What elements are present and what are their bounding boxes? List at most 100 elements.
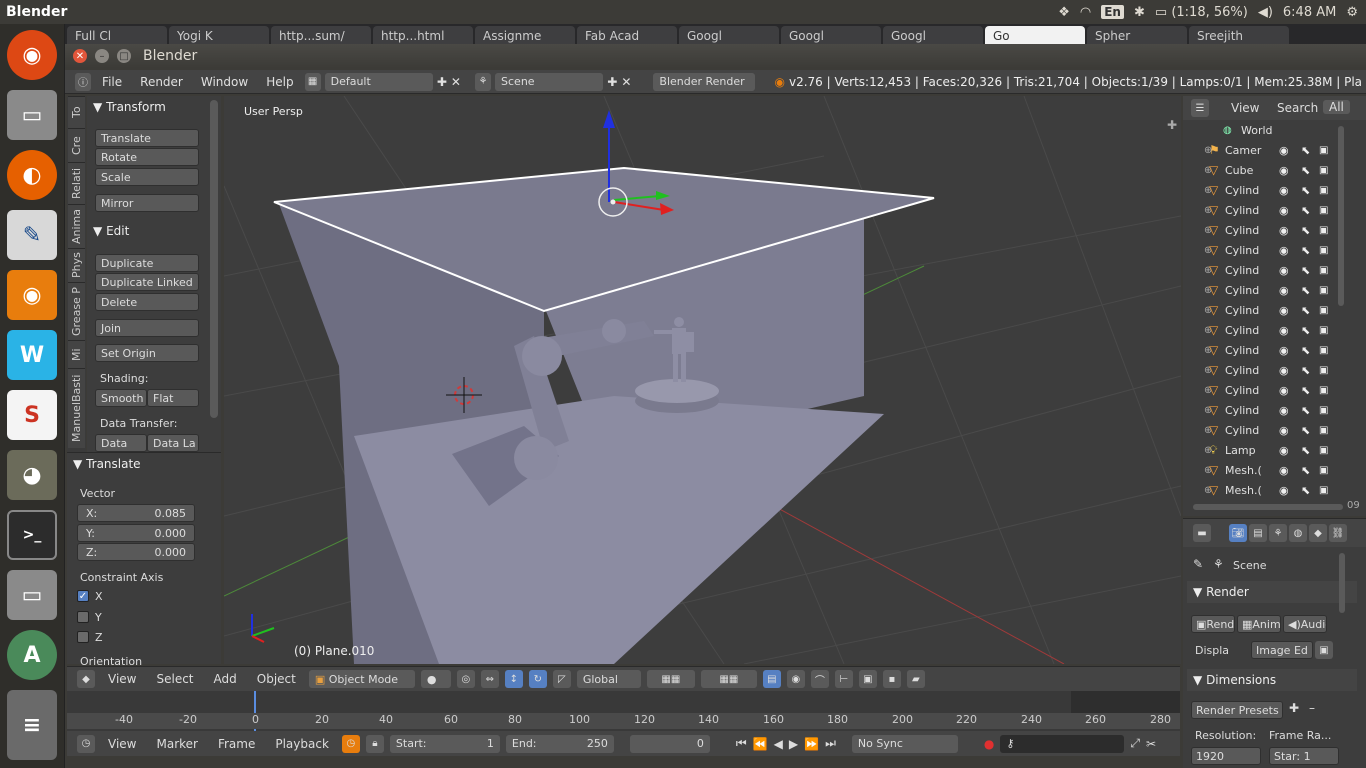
lock-interface-icon[interactable]: ▣ xyxy=(1315,641,1333,659)
timeline-menu-view[interactable]: View xyxy=(101,737,143,751)
selectable-cursor-icon[interactable]: ⬉ xyxy=(1301,344,1310,357)
outliner-row[interactable]: ⊕ ▽ Cylind ◉ ⬉ ▣ xyxy=(1183,380,1366,400)
outliner-menu-view[interactable]: View xyxy=(1231,101,1259,115)
delete-keyframe-icon[interactable]: ✂ xyxy=(1146,737,1156,751)
visibility-eye-icon[interactable]: ◉ xyxy=(1279,424,1289,437)
add-preset-icon[interactable]: ✚ xyxy=(1289,701,1299,715)
timeline-ruler[interactable]: -40 -20 0 20 40 60 80 100 120 140 160 18… xyxy=(67,713,1180,729)
browser-tab[interactable]: Full Cl xyxy=(67,26,167,44)
visibility-eye-icon[interactable]: ◉ xyxy=(1279,364,1289,377)
scale-button[interactable]: Scale xyxy=(95,168,199,186)
lock-camera-icon[interactable]: ▤ xyxy=(762,670,781,688)
browser-tab[interactable]: Yogi K xyxy=(169,26,269,44)
render-camera-icon[interactable]: ▣ xyxy=(1319,485,1328,496)
menu-add[interactable]: Add xyxy=(207,672,244,686)
vector-y-field[interactable]: Y: 0.000 xyxy=(77,524,195,542)
outliner-row[interactable]: ⊕ ▽ Mesh.(◉ ⬉ ▣ xyxy=(1183,480,1366,500)
clock[interactable]: 6:48 AM xyxy=(1283,5,1336,20)
properties-region-toggle-icon[interactable]: ✚ xyxy=(1167,118,1177,132)
render-camera-icon[interactable]: ▣ xyxy=(1319,365,1328,376)
browser-tab-active[interactable]: Go xyxy=(985,26,1085,44)
render-camera-icon[interactable]: ▣ xyxy=(1319,325,1328,336)
browser-tab[interactable]: Googl xyxy=(679,26,779,44)
visibility-eye-icon[interactable]: ◉ xyxy=(1279,404,1289,417)
selectable-cursor-icon[interactable]: ⬉ xyxy=(1301,364,1310,377)
timeline-menu-marker[interactable]: Marker xyxy=(149,737,204,751)
visibility-eye-icon[interactable]: ◉ xyxy=(1279,224,1289,237)
delete-button[interactable]: Delete xyxy=(95,293,199,311)
remove-scene-icon[interactable]: ✕ xyxy=(621,75,631,89)
render-image-button[interactable]: ▣ Rend xyxy=(1191,615,1235,633)
smooth-button[interactable]: Smooth xyxy=(95,389,147,407)
selectable-cursor-icon[interactable]: ⬉ xyxy=(1301,384,1310,397)
browser-tab[interactable]: http...sum/ xyxy=(271,26,371,44)
tab-create[interactable]: Cre xyxy=(68,128,85,162)
vector-x-field[interactable]: X: 0.085 xyxy=(77,504,195,522)
preview-range-icon[interactable]: ◷ xyxy=(341,734,360,753)
render-camera-icon[interactable]: ▣ xyxy=(1319,205,1328,216)
files-icon[interactable]: ▭ xyxy=(7,90,57,140)
outliner-menu-search[interactable]: Search xyxy=(1277,101,1318,115)
render-camera-icon[interactable]: ▣ xyxy=(1319,245,1328,256)
scene-selector[interactable]: Scene xyxy=(495,72,604,91)
selectable-cursor-icon[interactable]: ⬉ xyxy=(1301,164,1310,177)
browser-tab[interactable]: Sreejith xyxy=(1189,26,1289,44)
selectable-cursor-icon[interactable]: ⬉ xyxy=(1301,304,1310,317)
volume-icon[interactable]: ◀) xyxy=(1258,5,1273,20)
properties-scrollbar[interactable] xyxy=(1339,553,1345,613)
render-camera-icon[interactable]: ▣ xyxy=(1319,305,1328,316)
tab-grease-pencil[interactable]: Grease P xyxy=(68,282,85,340)
snap-icon[interactable]: ⌒ xyxy=(810,670,829,688)
data-transfer-button[interactable]: Data xyxy=(95,434,147,452)
terminal-icon[interactable]: >_ xyxy=(7,510,57,560)
layout-selector[interactable]: Default xyxy=(324,72,433,91)
vector-z-field[interactable]: Z: 0.000 xyxy=(77,543,195,561)
browser-tab[interactable]: http...html xyxy=(373,26,473,44)
outliner-scrollbar[interactable] xyxy=(1338,126,1344,306)
gear-icon[interactable]: ⚙ xyxy=(1346,5,1358,20)
menu-window[interactable]: Window xyxy=(194,75,255,89)
manipulator-toggle-icon[interactable]: ⇔ xyxy=(480,670,499,688)
visibility-eye-icon[interactable]: ◉ xyxy=(1279,264,1289,277)
add-layout-icon[interactable]: ✚ xyxy=(437,75,447,89)
start-frame-field[interactable]: Start: 1 xyxy=(389,734,500,753)
lock-range-icon[interactable]: 🔒︎ xyxy=(365,734,384,753)
current-frame-field[interactable]: 0 xyxy=(629,734,710,753)
webstorm-icon[interactable]: W xyxy=(7,330,57,380)
browser-tab[interactable]: Spher xyxy=(1087,26,1187,44)
mirror-button[interactable]: Mirror xyxy=(95,194,199,212)
render-layers-tab-icon[interactable]: ▤ xyxy=(1249,524,1267,542)
scene-icon[interactable]: ⚘ xyxy=(474,72,492,91)
browser-tab[interactable]: Googl xyxy=(883,26,983,44)
editor-type-icon[interactable]: ◆ xyxy=(77,670,95,688)
tab-relations[interactable]: Relati xyxy=(68,162,85,204)
render-camera-icon[interactable]: ▣ xyxy=(1319,185,1328,196)
render-engine-selector[interactable]: Blender Render xyxy=(653,72,755,91)
object-tab-icon[interactable]: ◆ xyxy=(1309,524,1327,542)
selectable-cursor-icon[interactable]: ⬉ xyxy=(1301,184,1310,197)
outliner-row[interactable]: ⊕ ▽ Cylind ◉ ⬉ ▣ xyxy=(1183,400,1366,420)
selectable-cursor-icon[interactable]: ⬉ xyxy=(1301,284,1310,297)
render-camera-icon[interactable]: ▣ xyxy=(1319,165,1328,176)
selectable-cursor-icon[interactable]: ⬉ xyxy=(1301,464,1310,477)
timeline[interactable]: -40 -20 0 20 40 60 80 100 120 140 160 18… xyxy=(67,691,1180,731)
transform-orientation-selector[interactable]: Global xyxy=(576,670,641,688)
layers-grid-2[interactable]: ▦▦ xyxy=(700,670,757,688)
render-camera-icon[interactable]: ▣ xyxy=(1319,445,1328,456)
selectable-cursor-icon[interactable]: ⬉ xyxy=(1301,444,1310,457)
selectable-cursor-icon[interactable]: ⬉ xyxy=(1301,484,1310,497)
minimize-window-button[interactable]: – xyxy=(95,49,109,63)
visibility-eye-icon[interactable]: ◉ xyxy=(1279,304,1289,317)
tool-shelf-scrollbar[interactable] xyxy=(210,100,218,418)
rotate-manipulator-icon[interactable]: ↻ xyxy=(528,670,547,688)
timeline-editor-type-icon[interactable]: ◷ xyxy=(77,734,95,753)
render-camera-icon[interactable]: ▣ xyxy=(1319,285,1328,296)
bluetooth-icon[interactable]: ✱ xyxy=(1134,5,1145,20)
workspace-switcher-icon[interactable]: ≡ xyxy=(7,690,57,760)
render-camera-icon[interactable]: ▣ xyxy=(1319,145,1328,156)
jump-to-start-icon[interactable]: ⏮ xyxy=(736,736,747,751)
play-reverse-icon[interactable]: ◀ xyxy=(774,737,783,751)
viewport-shading-selector[interactable]: ● xyxy=(420,670,451,688)
play-icon[interactable]: ▶ xyxy=(789,737,798,751)
tab-tools[interactable]: To xyxy=(68,96,85,128)
